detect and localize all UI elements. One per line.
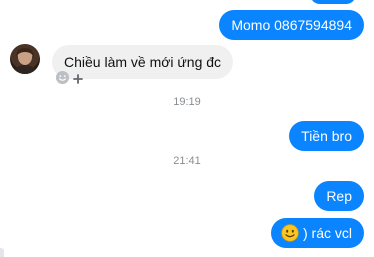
message-bubble-rep[interactable]: Rep	[314, 181, 364, 211]
message-text: ) rác vcl	[303, 225, 352, 241]
avatar[interactable]	[10, 44, 40, 74]
reaction-controls	[55, 70, 83, 90]
timestamp-2141: 21:41	[173, 155, 201, 167]
message-bubble-momo[interactable]: Momo 0867594894	[219, 10, 364, 40]
avatar-photo	[13, 48, 37, 74]
smiley-outline-icon[interactable]	[55, 70, 70, 90]
slightly-smiling-face-icon	[281, 224, 303, 242]
message-bubble-rac-vcl[interactable]: ) rác vcl	[271, 218, 364, 248]
message-bubble-tien-bro[interactable]: Tiền bro	[289, 121, 364, 151]
previous-message-bubble[interactable]	[310, 0, 356, 4]
timestamp-1919: 19:19	[173, 96, 201, 108]
plus-icon[interactable]	[73, 71, 83, 89]
edge-fragment	[0, 248, 4, 257]
